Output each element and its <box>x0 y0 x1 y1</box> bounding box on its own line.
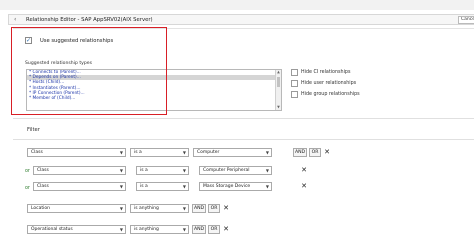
chevron-down-icon: ▼ <box>182 150 186 155</box>
chevron-down-icon: ▼ <box>182 168 186 173</box>
remove-condition-icon[interactable]: ✕ <box>222 204 230 213</box>
suggested-panel: ✓ Use suggested relationships Suggested … <box>13 28 474 115</box>
chevron-down-icon: ▼ <box>265 168 269 173</box>
select-value: Computer Peripheral <box>203 168 250 173</box>
select-value: is anything <box>134 227 159 232</box>
browser-top-strip <box>0 0 474 10</box>
or-button[interactable]: OR <box>309 148 321 157</box>
title-bar: ‹ Relationship Editor - SAP AppSRV02(AIX… <box>8 14 474 25</box>
scroll-thumb[interactable] <box>277 77 280 87</box>
or-label: or <box>25 169 30 174</box>
filter-field-select[interactable]: Class ▼ <box>33 166 126 175</box>
suggested-types-label: Suggested relationship types <box>25 61 92 66</box>
select-value: Location <box>31 206 51 211</box>
scroll-down-icon[interactable]: ▼ <box>276 105 281 110</box>
hide-group-checkbox[interactable] <box>291 91 298 98</box>
filter-field-select[interactable]: Location ▼ <box>27 204 126 213</box>
hide-ci-label: Hide CI relationships <box>301 70 351 75</box>
window-title: Relationship Editor - SAP AppSRV02(AIX S… <box>26 17 153 23</box>
select-value: is anything <box>134 206 159 211</box>
or-button[interactable]: OR <box>208 225 220 234</box>
select-value: Class <box>31 150 43 155</box>
hide-user-label: Hide user relationships <box>301 81 357 86</box>
chevron-down-icon: ▼ <box>119 150 123 155</box>
select-value: is a <box>140 168 148 173</box>
hide-group-label: Hide group relationships <box>301 92 360 97</box>
use-suggested-checkbox[interactable]: ✓ <box>25 37 32 44</box>
filter-operator-select[interactable]: is anything ▼ <box>130 225 189 234</box>
chevron-down-icon: ▼ <box>182 227 186 232</box>
list-scrollbar[interactable]: ▲ ▼ <box>275 70 281 110</box>
chevron-down-icon: ▼ <box>119 227 123 232</box>
filter-operator-select[interactable]: is a ▼ <box>136 166 189 175</box>
select-value: Computer <box>197 150 220 155</box>
remove-condition-icon[interactable]: ✕ <box>222 225 230 234</box>
hide-user-checkbox[interactable] <box>291 80 298 87</box>
filter-operator-select[interactable]: is a ▼ <box>130 148 189 157</box>
select-value: is a <box>140 184 148 189</box>
and-button[interactable]: AND <box>192 225 206 234</box>
select-value: Operational status <box>31 227 73 232</box>
chevron-down-icon: ▼ <box>119 184 123 189</box>
scroll-up-icon[interactable]: ▲ <box>276 70 281 75</box>
back-icon[interactable]: ‹ <box>14 17 19 23</box>
filter-field-select[interactable]: Operational status ▼ <box>27 225 126 234</box>
divider <box>13 118 474 119</box>
or-button[interactable]: OR <box>208 204 220 213</box>
chevron-down-icon: ▼ <box>182 184 186 189</box>
list-item[interactable]: * Member of (Child)... <box>27 96 281 101</box>
divider <box>13 139 474 140</box>
filter-field-select[interactable]: Class ▼ <box>27 148 126 157</box>
and-button[interactable]: AND <box>293 148 307 157</box>
select-value: Mass Storage Device <box>203 184 251 189</box>
chevron-down-icon: ▼ <box>119 168 123 173</box>
filter-title: Filter <box>27 127 40 133</box>
chevron-down-icon: ▼ <box>119 206 123 211</box>
hide-ci-checkbox[interactable] <box>291 69 298 76</box>
select-value: Class <box>37 168 49 173</box>
filter-operator-select[interactable]: is anything ▼ <box>130 204 189 213</box>
select-value: is a <box>134 150 142 155</box>
or-label: or <box>25 186 30 191</box>
filter-value-select[interactable]: Mass Storage Device ▼ <box>199 182 272 191</box>
chevron-down-icon: ▼ <box>265 150 269 155</box>
select-value: Class <box>37 184 49 189</box>
filter-field-select[interactable]: Class ▼ <box>33 182 126 191</box>
check-icon: ✓ <box>26 37 32 44</box>
cancel-button[interactable]: Cancel <box>458 16 474 24</box>
remove-condition-icon[interactable]: ✕ <box>300 182 308 191</box>
filter-value-select[interactable]: Computer ▼ <box>193 148 272 157</box>
suggested-types-list[interactable]: * Connects to (Parent)... * Depends on (… <box>26 69 282 111</box>
filter-value-select[interactable]: Computer Peripheral ▼ <box>199 166 272 175</box>
chevron-down-icon: ▼ <box>265 184 269 189</box>
remove-condition-icon[interactable]: ✕ <box>300 166 308 175</box>
use-suggested-label: Use suggested relationships <box>40 38 114 44</box>
remove-condition-icon[interactable]: ✕ <box>323 148 331 157</box>
filter-operator-select[interactable]: is a ▼ <box>136 182 189 191</box>
and-button[interactable]: AND <box>192 204 206 213</box>
chevron-down-icon: ▼ <box>182 206 186 211</box>
